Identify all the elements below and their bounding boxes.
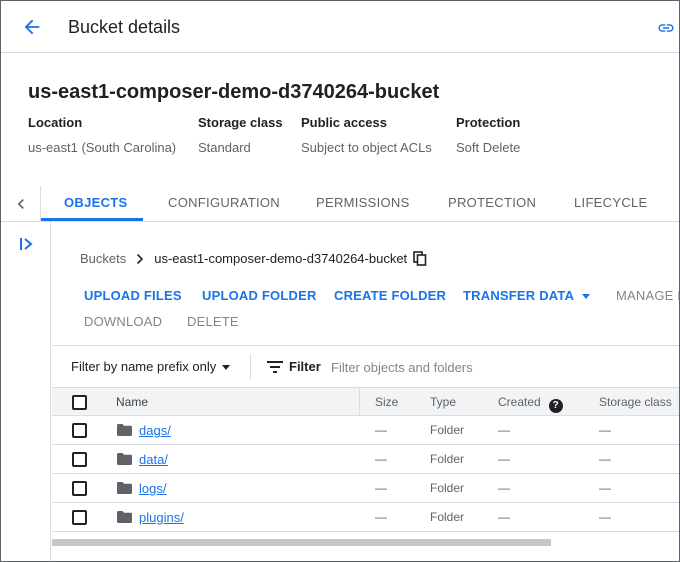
meta-location: Location us-east1 (South Carolina) [28,115,176,155]
folder-link[interactable]: data/ [139,452,168,467]
meta-protection: Protection Soft Delete [456,115,520,155]
dropdown-caret-icon [582,294,591,300]
transfer-data-button[interactable]: TRANSFER DATA [463,288,591,303]
top-bar: Bucket details [1,1,679,53]
table-header: Name Size Type Created? Storage class [52,387,679,416]
table-row: plugins/ — Folder — — [52,503,679,532]
column-header-type[interactable]: Type [430,395,456,409]
filter-mode-dropdown[interactable]: Filter by name prefix only [71,359,231,374]
chevron-left-icon[interactable] [11,194,31,214]
page-title: Bucket details [68,17,181,37]
column-header-name[interactable]: Name [116,395,148,409]
cell-created: — [498,423,510,437]
cell-type: Folder [430,452,465,466]
cell-size: — [375,423,387,437]
manage-holds-button[interactable]: MANAGE H [616,288,679,303]
tab-protection[interactable]: PROTECTION [448,195,536,210]
bucket-details-page: Bucket details us-east1-composer-demo-d3… [0,0,680,562]
filter-input[interactable] [331,354,671,380]
column-header-created-label: Created [498,395,541,409]
column-header-created[interactable]: Created? [498,395,563,413]
breadcrumb-buckets[interactable]: Buckets [80,251,126,266]
row-checkbox[interactable] [72,510,87,525]
cell-created: — [498,452,510,466]
filter-mode-label: Filter by name prefix only [71,359,217,374]
transfer-data-label: TRANSFER DATA [463,288,575,303]
dropdown-caret-icon [222,365,231,371]
cell-type: Folder [430,481,465,495]
cell-type: Folder [430,423,465,437]
delete-button[interactable]: DELETE [187,314,239,329]
active-tab-indicator [41,218,143,221]
table-row: dags/ — Folder — — [52,416,679,445]
cell-storage-class: — [599,510,611,524]
cell-size: — [375,481,387,495]
row-checkbox[interactable] [72,452,87,467]
breadcrumb: Buckets us-east1-composer-demo-d3740264-… [80,251,427,266]
bucket-name: us-east1-composer-demo-d3740264-bucket [28,81,440,103]
folder-icon [117,482,132,494]
create-folder-button[interactable]: CREATE FOLDER [334,288,446,303]
copy-icon[interactable] [413,251,427,266]
folder-icon [117,453,132,465]
horizontal-scrollbar-thumb[interactable] [52,539,551,546]
cell-storage-class: — [599,481,611,495]
meta-public-access: Public access Subject to object ACLs [301,115,432,155]
row-checkbox[interactable] [72,481,87,496]
chevron-right-icon [137,253,144,264]
filter-bar: Filter by name prefix only Filter [52,345,679,387]
upload-files-button[interactable]: UPLOAD FILES [84,288,182,303]
tab-bar: OBJECTS CONFIGURATION PERMISSIONS PROTEC… [1,186,679,222]
cell-size: — [375,510,387,524]
meta-value: Standard [198,140,251,155]
table-row: data/ — Folder — — [52,445,679,474]
cell-storage-class: — [599,423,611,437]
cell-created: — [498,510,510,524]
meta-value: us-east1 (South Carolina) [28,140,177,155]
filter-label: Filter [289,359,321,374]
meta-storage-class: Storage class Standard [198,115,283,155]
folder-link[interactable]: plugins/ [139,510,184,525]
folder-icon [117,511,132,523]
download-button[interactable]: DOWNLOAD [84,314,162,329]
cell-type: Folder [430,510,465,524]
tab-divider [40,186,41,222]
cell-size: — [375,452,387,466]
tab-lifecycle[interactable]: LIFECYCLE [574,195,648,210]
tab-objects[interactable]: OBJECTS [64,195,128,210]
meta-value: Subject to object ACLs [301,140,432,155]
table-row: logs/ — Folder — — [52,474,679,503]
breadcrumb-current: us-east1-composer-demo-d3740264-bucket [154,251,408,266]
link-icon[interactable] [655,19,677,37]
folder-icon [117,424,132,436]
cell-storage-class: — [599,452,611,466]
folder-link[interactable]: dags/ [139,423,171,438]
tab-permissions[interactable]: PERMISSIONS [316,195,410,210]
help-icon[interactable]: ? [548,399,563,413]
filter-icon [267,361,283,373]
back-arrow-icon[interactable] [21,16,43,38]
meta-label: Protection [456,115,521,130]
tab-configuration[interactable]: CONFIGURATION [168,195,280,210]
objects-table: Name Size Type Created? Storage class da… [52,387,679,532]
meta-label: Storage class [198,115,283,130]
column-header-storage-class[interactable]: Storage class [599,395,672,409]
expand-panel-icon[interactable] [19,236,35,252]
meta-label: Location [28,115,83,130]
select-all-checkbox[interactable] [72,395,87,410]
column-header-size[interactable]: Size [375,395,398,409]
column-resizer[interactable] [359,388,360,416]
left-rail [1,222,51,561]
row-checkbox[interactable] [72,423,87,438]
upload-folder-button[interactable]: UPLOAD FOLDER [202,288,317,303]
cell-created: — [498,481,510,495]
folder-link[interactable]: logs/ [139,481,166,496]
meta-value: Soft Delete [456,140,521,155]
filter-divider [250,354,251,380]
meta-label: Public access [301,115,387,130]
